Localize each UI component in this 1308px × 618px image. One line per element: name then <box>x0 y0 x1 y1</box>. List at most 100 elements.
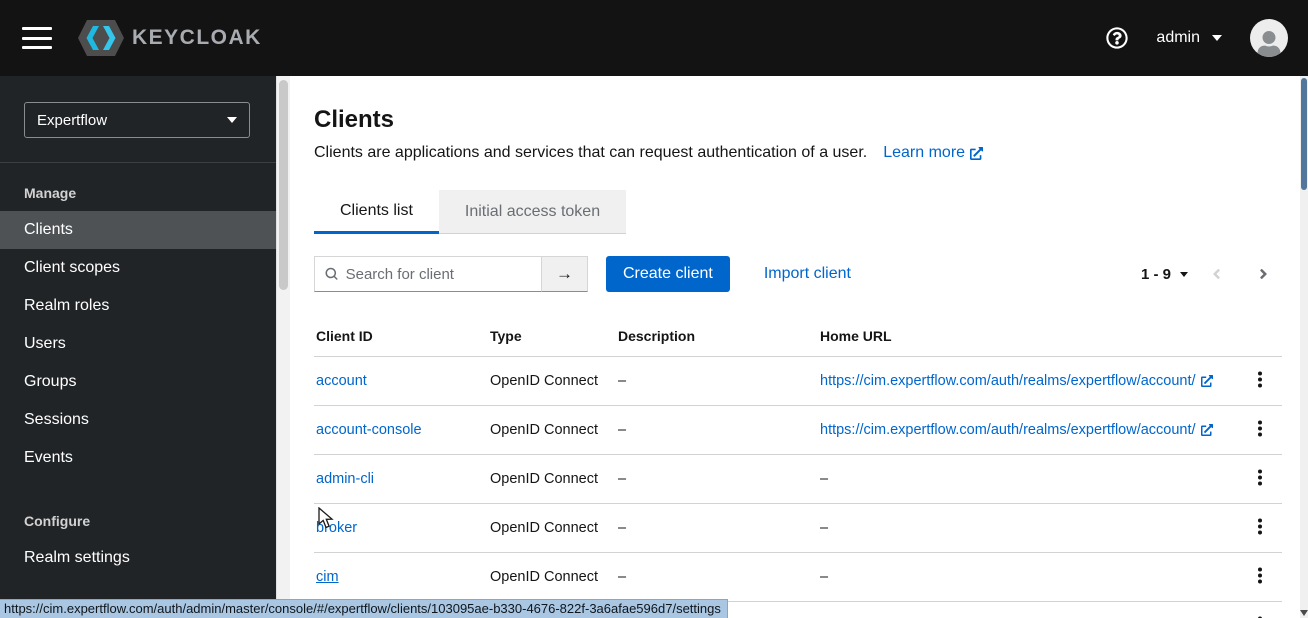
client-description: – <box>618 552 820 602</box>
search-box <box>314 256 542 292</box>
pagination-range-dropdown[interactable]: 1 - 9 <box>1141 266 1188 283</box>
home-url-text: https://cim.expertflow.com/auth/realms/e… <box>820 422 1196 438</box>
client-type: OpenID Connect <box>490 503 618 553</box>
pagination-range-label: 1 - 9 <box>1140 265 1171 283</box>
table-row: account OpenID Connect – https://cim.exp… <box>314 356 1282 406</box>
row-actions-kebab-icon[interactable] <box>1250 417 1270 443</box>
home-url-empty: – <box>820 601 1234 618</box>
client-type: OpenID Connect <box>490 405 618 455</box>
pagination-next-button[interactable] <box>1245 262 1282 286</box>
row-actions-kebab-icon[interactable] <box>1250 564 1270 590</box>
hamburger-menu-icon[interactable] <box>20 23 54 53</box>
user-menu-dropdown[interactable]: admin <box>1156 29 1222 47</box>
table-row: account-console OpenID Connect – https:/… <box>314 405 1282 455</box>
create-client-button[interactable]: Create client <box>606 256 730 292</box>
tabs: Clients list Initial access token <box>314 190 1282 234</box>
external-link-icon <box>1200 424 1213 436</box>
client-id-link[interactable]: account-console <box>316 422 422 438</box>
table-row: cim OpenID Connect – – <box>314 552 1282 602</box>
username-label: admin <box>1156 29 1200 46</box>
table-header-row: Client ID Type Description Home URL <box>314 318 1282 357</box>
pagination: 1 - 9 <box>1141 262 1282 286</box>
sidebar-scrollbar[interactable] <box>276 76 290 618</box>
chevron-down-icon <box>1212 35 1222 41</box>
keycloak-admin-console: KEYCLOAK admin Expertflow Manage Clients… <box>0 0 1308 618</box>
client-type: OpenID Connect <box>490 454 618 504</box>
toolbar: → Create client Import client 1 - 9 <box>314 256 1282 292</box>
client-type: OpenID Connect <box>490 356 618 406</box>
top-bar: KEYCLOAK admin <box>0 0 1308 76</box>
nav-section-configure: Configure <box>24 513 91 529</box>
page-scrollbar[interactable] <box>1300 76 1308 618</box>
row-actions-kebab-icon[interactable] <box>1250 613 1270 618</box>
client-id-link[interactable]: account <box>316 373 367 389</box>
nav-gap <box>0 477 276 505</box>
home-url-empty: – <box>820 552 1234 602</box>
main-content: Clients Clients are applications and ser… <box>290 76 1300 618</box>
sidebar-item-groups[interactable]: Groups <box>0 363 276 401</box>
page-subtitle: Clients are applications and services th… <box>314 144 1282 162</box>
page-body: Expertflow Manage Clients Client scopes … <box>0 76 1308 618</box>
client-id-link[interactable]: admin-cli <box>316 471 374 487</box>
chevron-down-icon <box>1180 271 1188 277</box>
col-header-home-url: Home URL <box>820 328 892 344</box>
help-icon[interactable] <box>1106 27 1129 49</box>
kebab-icon <box>1258 420 1262 437</box>
tab-clients-list[interactable]: Clients list <box>314 190 439 234</box>
pagination-prev-button[interactable] <box>1198 262 1235 286</box>
realm-selector-dropdown[interactable]: Expertflow <box>24 102 250 138</box>
sidebar-scrollbar-thumb[interactable] <box>279 80 288 290</box>
sidebar-item-events[interactable]: Events <box>0 439 276 477</box>
angle-right-icon <box>1260 268 1267 280</box>
sidebar-item-realm-settings[interactable]: Realm settings <box>0 539 276 577</box>
angle-left-icon <box>1213 268 1220 280</box>
table-row: admin-cli OpenID Connect – – <box>314 454 1282 504</box>
tab-initial-access-token[interactable]: Initial access token <box>438 190 627 234</box>
home-url-link[interactable]: https://cim.expertflow.com/auth/realms/e… <box>820 373 1213 389</box>
home-url-text: https://cim.expertflow.com/auth/realms/e… <box>820 373 1196 389</box>
client-description: – <box>618 405 820 455</box>
sidebar-item-users[interactable]: Users <box>0 325 276 363</box>
client-id-link[interactable]: broker <box>316 520 357 536</box>
sidebar-item-client-scopes[interactable]: Client scopes <box>0 249 276 287</box>
sidebar-item-realm-roles[interactable]: Realm roles <box>0 287 276 325</box>
row-actions-kebab-icon[interactable] <box>1250 368 1270 394</box>
avatar[interactable] <box>1250 19 1288 57</box>
client-id-link[interactable]: cim <box>316 569 339 585</box>
client-type: OpenID Connect <box>490 552 618 602</box>
col-header-client-id: Client ID <box>316 328 373 344</box>
learn-more-link[interactable]: Learn more <box>883 144 984 162</box>
nav-section-manage: Manage <box>24 185 77 201</box>
keycloak-logo-icon <box>78 20 124 56</box>
search-submit-button[interactable]: → <box>542 256 588 292</box>
home-url-link[interactable]: https://cim.expertflow.com/auth/realms/e… <box>820 422 1213 438</box>
search-group: → <box>314 256 588 292</box>
sidebar-item-sessions[interactable]: Sessions <box>0 401 276 439</box>
external-link-icon <box>1200 375 1213 387</box>
search-icon <box>325 267 338 280</box>
col-header-type: Type <box>490 328 522 344</box>
kebab-icon <box>1258 371 1262 388</box>
home-url-empty: – <box>820 503 1234 553</box>
page-scrollbar-thumb[interactable] <box>1301 78 1307 190</box>
external-link-icon <box>970 146 984 160</box>
kebab-icon <box>1258 567 1262 584</box>
client-description: – <box>618 503 820 553</box>
search-input[interactable] <box>345 265 531 283</box>
scrollbar-down-arrow-icon[interactable] <box>1300 610 1308 616</box>
import-client-link[interactable]: Import client <box>764 265 851 283</box>
link-preview-statusbar: https://cim.expertflow.com/auth/admin/ma… <box>0 599 728 618</box>
kebab-icon <box>1258 518 1262 535</box>
brand-wordmark: KEYCLOAK <box>132 26 262 49</box>
learn-more-label: Learn more <box>883 144 966 161</box>
clients-table: Client ID Type Description Home URL acco… <box>314 318 1282 618</box>
client-description: – <box>618 356 820 406</box>
client-description: – <box>618 454 820 504</box>
row-actions-kebab-icon[interactable] <box>1250 466 1270 492</box>
col-header-actions <box>1234 318 1282 357</box>
kebab-icon <box>1258 469 1262 486</box>
chevron-down-icon <box>227 117 237 123</box>
keycloak-logo: KEYCLOAK <box>78 20 262 56</box>
row-actions-kebab-icon[interactable] <box>1250 515 1270 541</box>
sidebar-item-clients[interactable]: Clients <box>0 211 276 249</box>
